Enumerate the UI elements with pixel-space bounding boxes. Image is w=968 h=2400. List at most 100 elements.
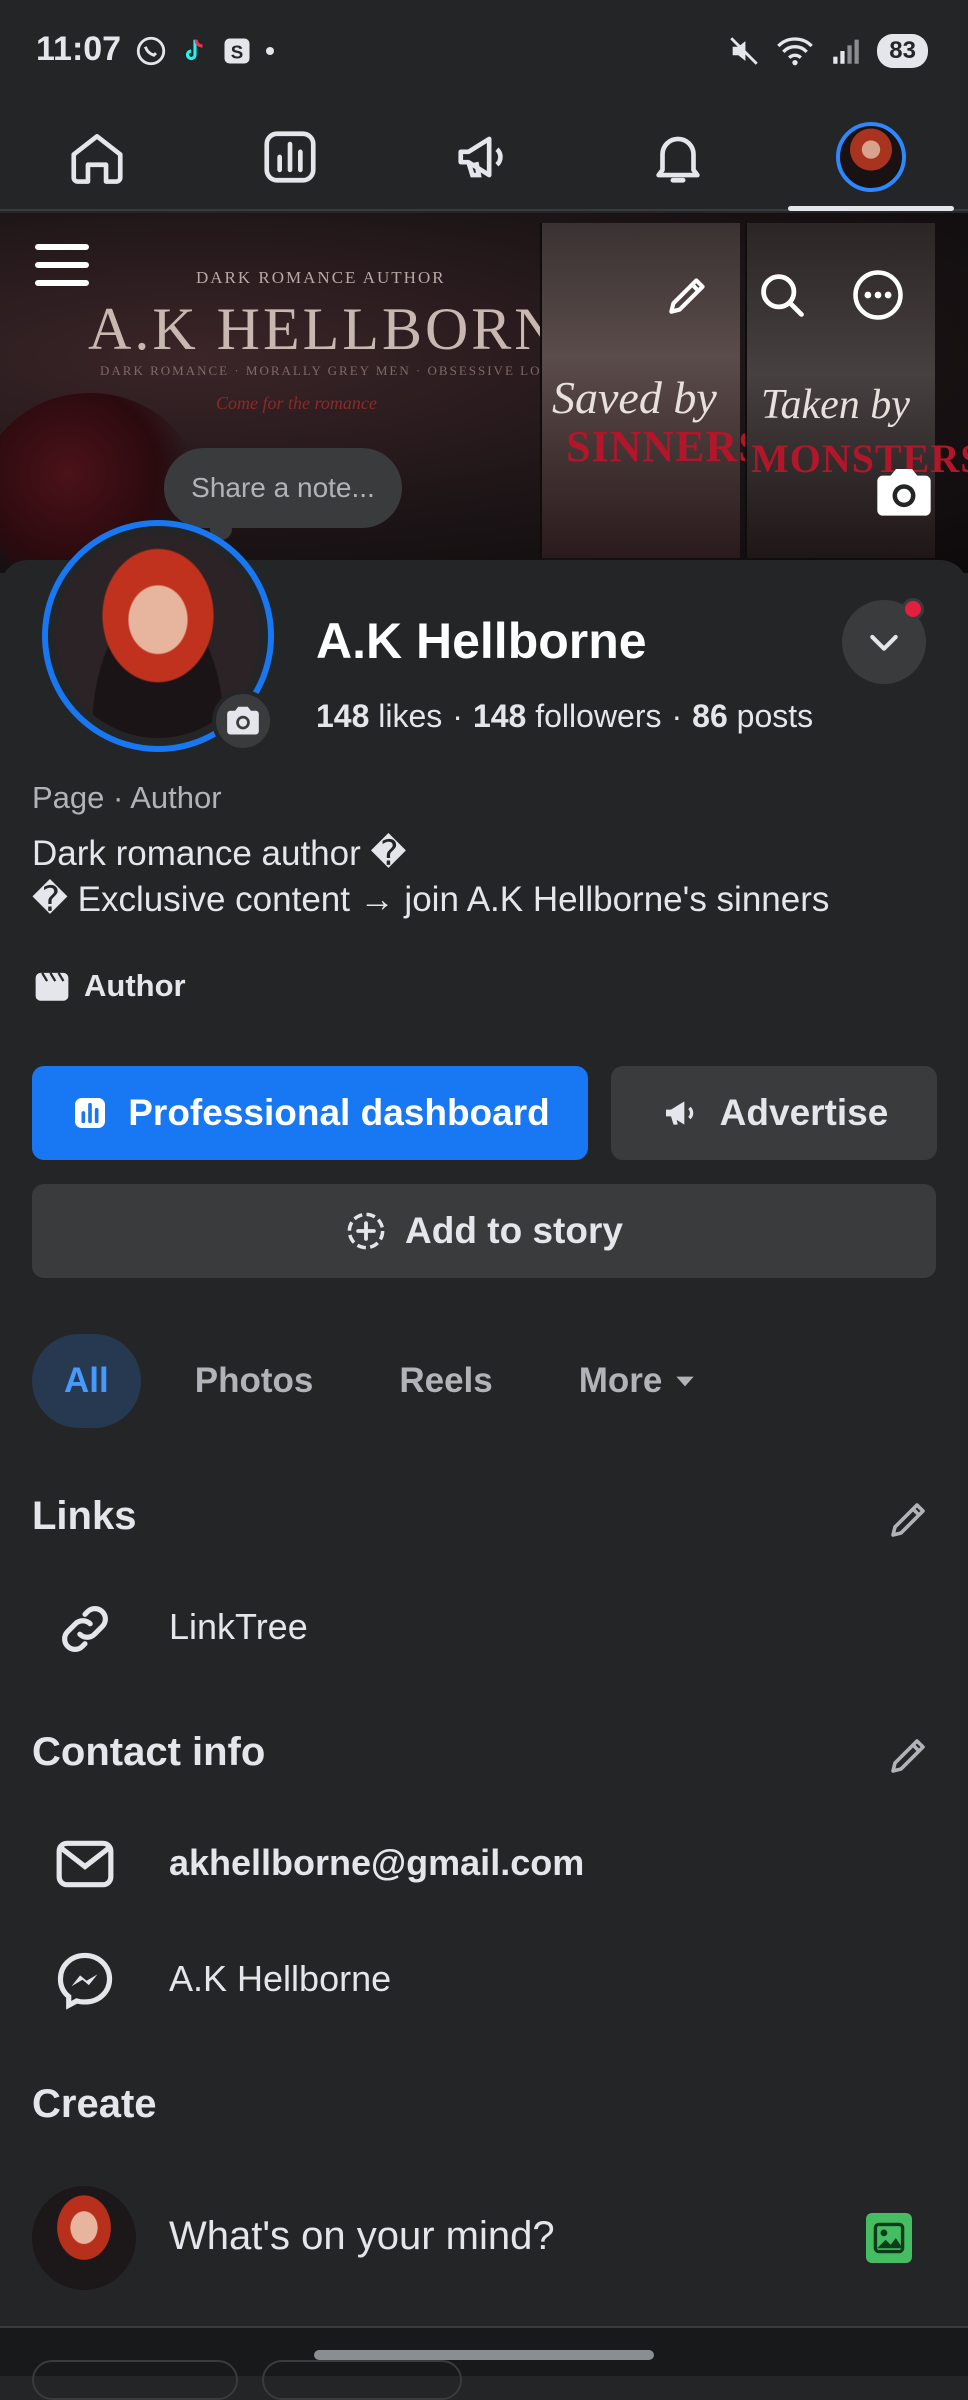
professional-dashboard-button[interactable]: Professional dashboard <box>32 1066 588 1160</box>
book2-script: Taken by <box>761 382 910 428</box>
status-bar: 11:07 S 83 <box>0 0 968 105</box>
peek-card-left <box>32 2360 238 2400</box>
dot-icon <box>266 47 274 55</box>
nav-home[interactable] <box>0 105 194 209</box>
chevron-down-icon <box>870 634 898 651</box>
likes-stat[interactable]: 148 likes <box>316 698 442 735</box>
messenger-value[interactable]: A.K Hellborne <box>169 1958 391 2000</box>
menu-button[interactable] <box>32 235 92 295</box>
status-time: 11:07 <box>36 30 122 68</box>
envelope-icon <box>56 1840 114 1888</box>
nav-dashboard[interactable] <box>194 105 388 209</box>
bio-line-2: � Exclusive content → join A.K Hellborne… <box>32 880 830 919</box>
megaphone-icon <box>665 1101 693 1125</box>
composer-prompt[interactable]: What's on your mind? <box>169 2214 555 2259</box>
composer-avatar <box>32 2186 136 2290</box>
search-button[interactable] <box>752 265 812 325</box>
page-category: Page · Author <box>32 780 222 815</box>
messenger-icon-wrap <box>50 1945 120 2015</box>
photo-icon <box>873 2222 905 2254</box>
wifi-icon <box>777 37 814 66</box>
book1-title: SINNERS <box>566 422 764 471</box>
notification-dot <box>902 598 924 620</box>
cover-subtitle: DARK ROMANCE AUTHOR <box>196 268 446 287</box>
professional-dashboard-label: Professional dashboard <box>128 1092 550 1133</box>
content-tabs: All Photos Reels More <box>32 1334 730 1428</box>
followers-stat[interactable]: 148 followers <box>473 698 662 735</box>
clapperboard-icon <box>35 972 69 1001</box>
battery-indicator: 83 <box>877 34 928 68</box>
author-tag: Author <box>32 968 186 1004</box>
whatsapp-icon <box>136 36 166 66</box>
followers-label: followers <box>535 698 662 734</box>
email-icon-wrap <box>50 1829 120 1899</box>
nav-ads[interactable] <box>387 105 581 209</box>
link-icon-wrap <box>50 1594 120 1664</box>
share-note-bubble[interactable]: Share a note... <box>164 448 402 528</box>
add-to-story-label: Add to story <box>405 1210 623 1251</box>
advertise-button[interactable]: Advertise <box>611 1066 937 1160</box>
gesture-bar[interactable] <box>314 2350 654 2360</box>
pencil-icon <box>891 1739 925 1773</box>
top-navigation <box>0 105 968 211</box>
tab-more[interactable]: More <box>547 1334 731 1428</box>
dashboard-icon <box>264 131 316 183</box>
profile-avatar <box>836 122 907 192</box>
book1-script: Saved by <box>552 372 717 423</box>
search-icon <box>761 274 804 317</box>
system-icons: 83 <box>727 34 928 68</box>
bio-line-1: Dark romance author � <box>32 834 407 873</box>
edit-cover-button[interactable] <box>658 265 718 325</box>
tab-reels[interactable]: Reels <box>367 1334 524 1428</box>
add-photo-button[interactable] <box>866 2213 912 2263</box>
s-app-icon: S <box>224 38 250 64</box>
add-to-story-button[interactable]: Add to story <box>32 1184 936 1278</box>
caret-down-icon <box>676 1376 695 1387</box>
stat-separator: · <box>452 698 463 734</box>
cover-title: A.K HELLBORNE <box>88 296 601 362</box>
nav-notifications[interactable] <box>581 105 775 209</box>
notification-icons: S <box>134 34 276 68</box>
camera-icon <box>227 706 259 735</box>
posts-stat[interactable]: 86 posts <box>692 698 813 735</box>
nav-profile[interactable] <box>774 105 968 211</box>
bell-icon <box>655 136 700 183</box>
page-stats: 148 likes · 148 followers · 86 posts <box>316 698 813 735</box>
posts-count: 86 <box>692 698 728 734</box>
pencil-icon <box>669 278 705 314</box>
pencil-icon <box>891 1503 925 1537</box>
hamburger-icon <box>35 244 89 286</box>
more-icon <box>853 270 903 320</box>
svg-text:S: S <box>231 42 244 63</box>
page-name: A.K Hellborne <box>316 613 647 669</box>
posts-label: posts <box>736 698 814 734</box>
tab-more-label: More <box>578 1361 663 1400</box>
likes-label: likes <box>378 698 443 734</box>
links-section-title: Links <box>32 1494 137 1538</box>
edit-links-button[interactable] <box>884 1494 934 1544</box>
more-options-button[interactable] <box>848 265 908 325</box>
cover-photo[interactable]: DARK ROMANCE AUTHOR A.K HELLBORNE DARK R… <box>0 213 968 573</box>
messenger-icon <box>57 1952 113 2010</box>
cover-camera-button[interactable] <box>872 465 936 526</box>
create-section-title: Create <box>32 2082 157 2126</box>
dashboard-icon <box>75 1098 106 1128</box>
contact-section-title: Contact info <box>32 1730 266 1774</box>
edit-contact-button[interactable] <box>884 1730 934 1780</box>
stat-separator: · <box>671 698 683 734</box>
peek-card-right <box>262 2360 462 2400</box>
email-value[interactable]: akhellborne@gmail.com <box>169 1842 584 1884</box>
link-icon <box>62 1606 108 1652</box>
cover-tagline: DARK ROMANCE · MORALLY GREY MEN · OBSESS… <box>100 363 563 378</box>
followers-count: 148 <box>472 698 527 734</box>
tab-photos[interactable]: Photos <box>163 1334 346 1428</box>
megaphone-icon <box>458 136 503 178</box>
advertise-label: Advertise <box>719 1092 889 1133</box>
linktree-link[interactable]: LinkTree <box>169 1606 308 1648</box>
profile-picture-camera-button[interactable] <box>212 690 274 752</box>
home-icon <box>71 134 123 184</box>
mute-icon <box>730 37 759 65</box>
cover-script: Come for the romance <box>216 393 377 413</box>
add-story-icon <box>347 1212 385 1250</box>
tab-all[interactable]: All <box>32 1334 141 1428</box>
